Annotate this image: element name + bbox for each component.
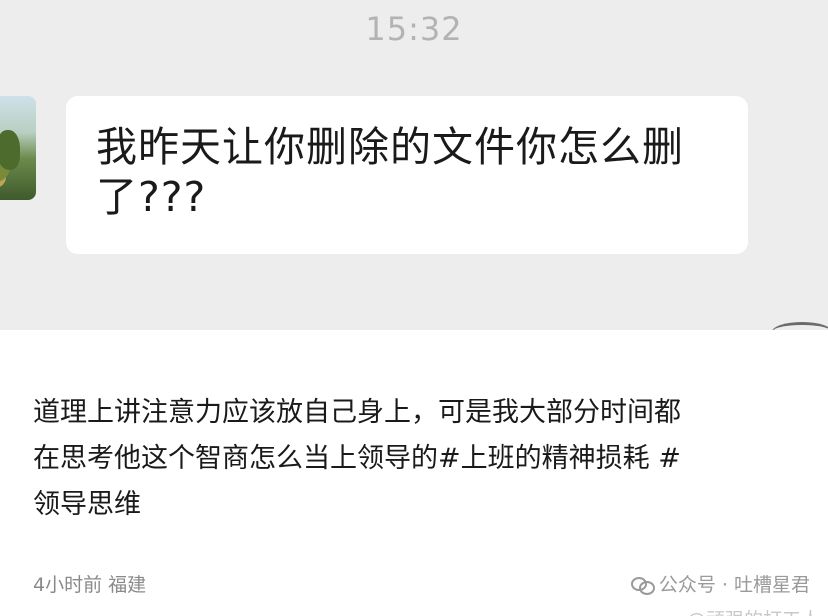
- sender-avatar[interactable]: [0, 96, 36, 200]
- hashtag-link-2[interactable]: #: [658, 443, 681, 474]
- avatar-tree-shape: [0, 130, 20, 170]
- screenshot-root: 15:32 我昨天让你删除的文件你怎么删 了??? 道理上讲注意力应该放自己身上…: [0, 0, 828, 616]
- post-body-line-2: 在思考他这个智商怎么当上领导的#上班的精神损耗 #: [33, 436, 793, 482]
- chat-timestamp: 15:32: [365, 10, 463, 48]
- post-card: 道理上讲注意力应该放自己身上，可是我大部分时间都 在思考他这个智商怎么当上领导的…: [0, 330, 828, 616]
- post-body-line-3[interactable]: 领导思维: [33, 482, 793, 528]
- message-text: 我昨天让你删除的文件你怎么删 了???: [96, 122, 726, 222]
- wechat-icon: [630, 575, 655, 595]
- watermark-text: 公众号 · 吐槽星君: [658, 574, 810, 596]
- message-line-1: 我昨天让你删除的文件你怎么删: [96, 123, 684, 171]
- wechat-watermark: 公众号 · 吐槽星君: [630, 570, 810, 597]
- chat-screenshot: 15:32 我昨天让你删除的文件你怎么删 了???: [0, 0, 828, 330]
- post-body-line-2-text: 在思考他这个智商怎么当上领导的: [33, 443, 438, 474]
- message-line-2: 了???: [96, 173, 207, 221]
- hashtag-link-1[interactable]: #上班的精神损耗: [438, 443, 650, 474]
- post-meta: 4小时前 福建: [33, 574, 147, 596]
- post-body-line-1: 道理上讲注意力应该放自己身上，可是我大部分时间都: [33, 397, 681, 428]
- message-bubble[interactable]: 我昨天让你删除的文件你怎么删 了???: [66, 96, 748, 254]
- chat-bottom-fade: [0, 300, 828, 330]
- weibo-watermark: @顽强的打工人: [687, 605, 820, 616]
- post-body: 道理上讲注意力应该放自己身上，可是我大部分时间都 在思考他这个智商怎么当上领导的…: [33, 390, 793, 528]
